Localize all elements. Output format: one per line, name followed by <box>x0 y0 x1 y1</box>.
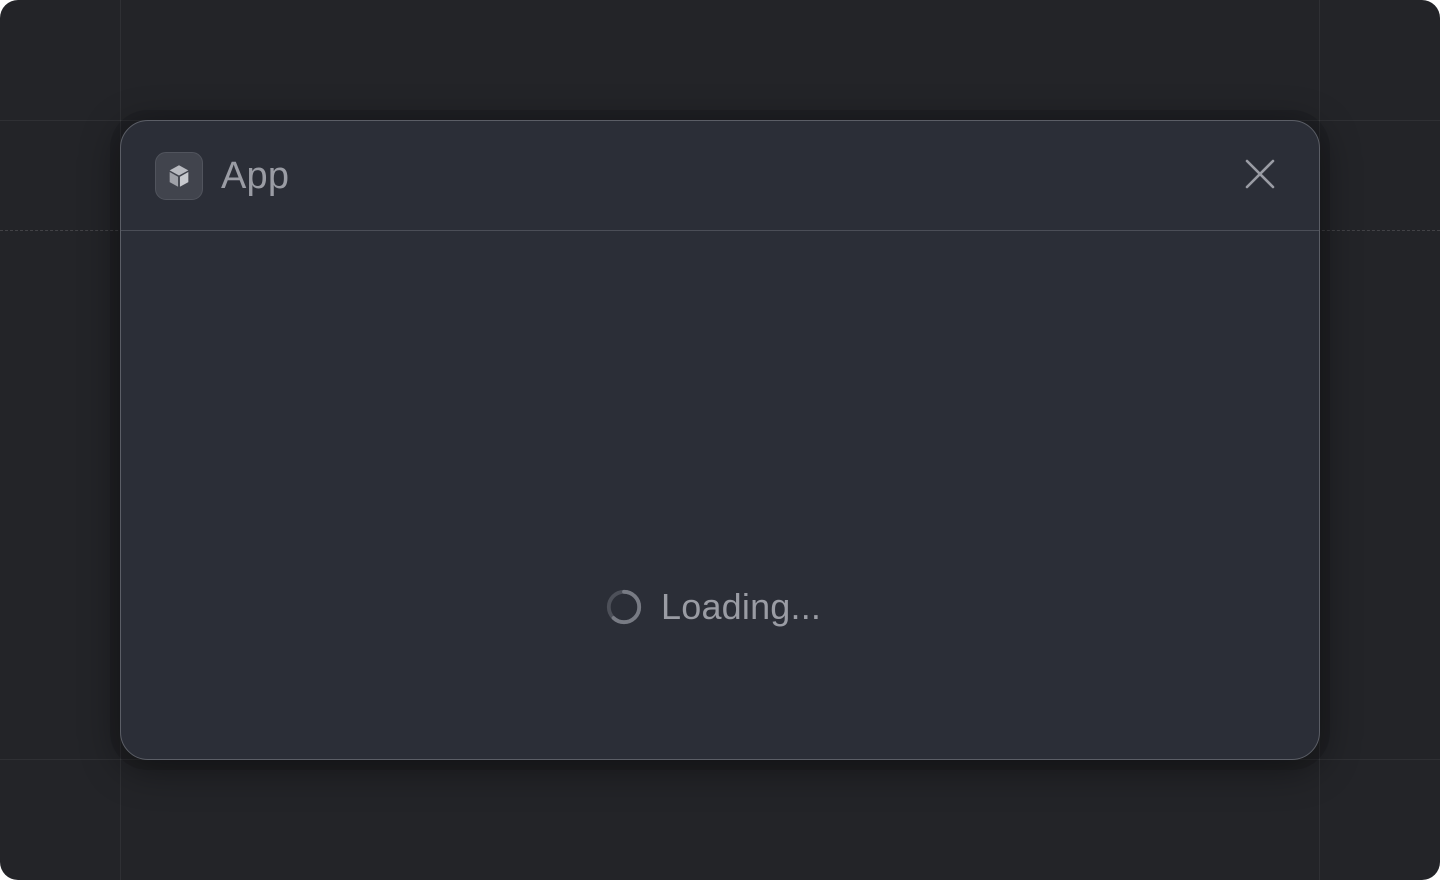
close-button[interactable] <box>1233 147 1287 201</box>
spinner-icon <box>606 589 642 625</box>
app-backdrop: App Loading... <box>0 0 1440 880</box>
dialog-body: Loading... <box>121 231 1319 759</box>
loading-indicator: Loading... <box>605 583 821 631</box>
loading-text: Loading... <box>661 586 822 627</box>
close-icon <box>1245 159 1275 189</box>
app-dialog: App Loading... <box>120 120 1320 760</box>
cube-icon <box>155 152 203 200</box>
dialog-header: App <box>121 121 1319 231</box>
dialog-title: App <box>221 155 290 197</box>
